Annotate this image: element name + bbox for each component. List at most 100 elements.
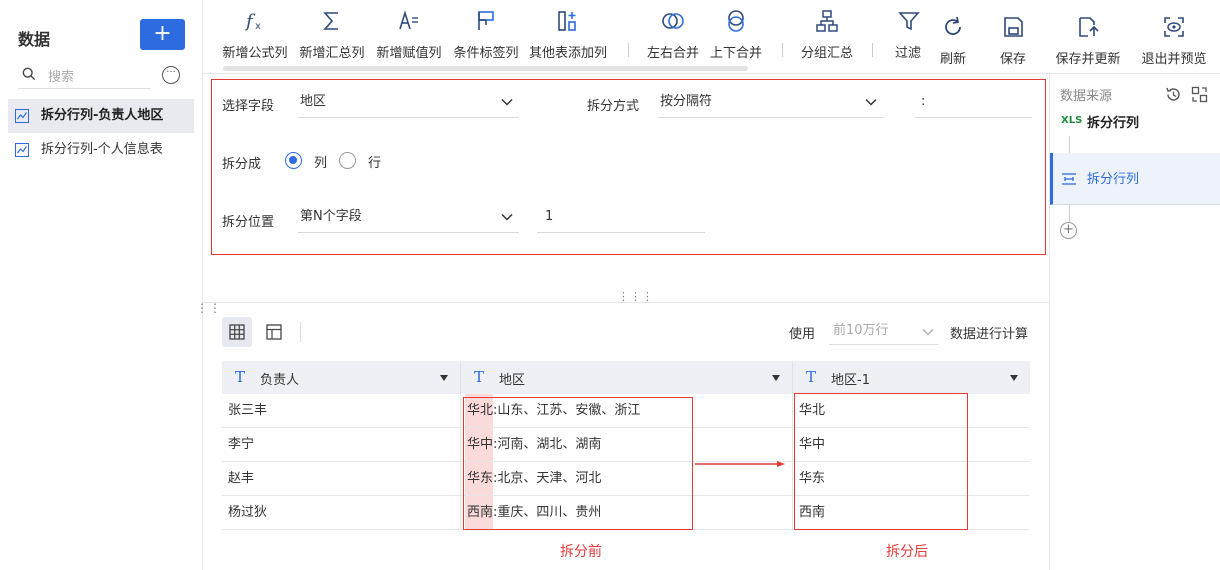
add-formula-column-button[interactable]: fx 新增公式列 [221, 0, 289, 66]
refresh-button[interactable]: 刷新 [931, 6, 975, 72]
position-select-value: 第N个字段 [300, 209, 362, 224]
merge-left-right-button[interactable]: 左右合并 [644, 0, 702, 66]
arrow-right-icon [695, 461, 785, 467]
grid-icon [229, 324, 245, 340]
source-node-label: 拆分行列 [1087, 116, 1140, 131]
toolbar-divider [628, 43, 629, 57]
column-header-label: 地区 [499, 373, 526, 388]
merge-lr-icon [662, 13, 684, 29]
caret-down-icon[interactable] [772, 375, 780, 381]
data-source-title: 数据来源 [1060, 89, 1113, 104]
save-update-icon [1079, 17, 1099, 37]
toolbar-label: 条件标签列 [453, 46, 519, 61]
excel-icon: XLS [1061, 115, 1083, 126]
position-select[interactable]: 第N个字段 [298, 206, 519, 233]
panel-resize-handle[interactable]: ⋮⋮⋮ [618, 291, 654, 302]
column-header-region-1[interactable]: T 地区-1 [793, 361, 1030, 394]
source-node[interactable]: XLS 拆分行列 [1050, 110, 1220, 136]
flow-connector [1069, 136, 1070, 154]
condition-label-column-button[interactable]: 条件标签列 [452, 0, 520, 66]
flow-connector [1069, 205, 1070, 222]
add-column-from-other-table-button[interactable]: 其他表添加列 [527, 0, 609, 66]
line-chart-icon [15, 143, 29, 157]
merge-top-bottom-button[interactable]: 上下合并 [707, 0, 765, 66]
cell-owner[interactable]: 赵丰 [222, 462, 461, 495]
data-source-panel: 数据来源 XLS 拆分行列 拆分行列 + [1049, 74, 1220, 570]
history-icon[interactable] [1165, 86, 1182, 103]
chevron-down-icon [501, 213, 513, 221]
toolbar-scrollbar[interactable] [223, 66, 748, 71]
method-select[interactable]: 按分隔符 [658, 91, 883, 118]
column-header-owner[interactable]: T 负责人 [222, 361, 461, 394]
column-header-region[interactable]: T 地区 [461, 361, 793, 394]
sidebar-item-label: 拆分行列-负责人地区 [41, 108, 164, 123]
group-summary-button[interactable]: 分组汇总 [797, 0, 857, 66]
cell-owner[interactable]: 张三丰 [222, 394, 461, 427]
text-type-icon: T [806, 368, 817, 386]
toolbar-divider [872, 43, 873, 57]
chevron-down-icon [501, 98, 513, 106]
toolbar-label: 过滤 [895, 46, 922, 61]
sidebar-title: 数据 [18, 30, 51, 49]
group-icon [816, 10, 838, 32]
radio-column-label: 列 [314, 156, 328, 171]
flag-icon [478, 11, 494, 30]
usage-suffix: 数据进行计算 [950, 327, 1029, 342]
caret-down-icon[interactable] [1010, 375, 1018, 381]
method-select-value: 按分隔符 [660, 94, 713, 109]
line-chart-icon [15, 109, 29, 123]
save-icon [1004, 17, 1023, 37]
save-and-update-button[interactable]: 保存并更新 [1051, 6, 1125, 72]
filter-button[interactable]: 过滤 [893, 0, 925, 66]
toolbar-divider [782, 43, 783, 57]
layout-view-button[interactable] [259, 317, 289, 347]
save-button[interactable]: 保存 [991, 6, 1035, 72]
filter-icon [898, 12, 920, 31]
n-value: 1 [545, 209, 554, 224]
add-summary-column-button[interactable]: 新增汇总列 [298, 0, 366, 66]
refresh-icon [945, 16, 961, 35]
search-icon [22, 67, 36, 81]
toolbar-label: 保存 [999, 52, 1026, 67]
search-input[interactable]: 搜索 [18, 61, 151, 89]
usage-prefix: 使用 [789, 327, 816, 342]
chevron-down-icon [865, 98, 877, 106]
layout-switch-icon[interactable] [1191, 86, 1208, 103]
radio-column[interactable] [285, 152, 302, 169]
n-value-input[interactable]: 1 [537, 206, 705, 233]
sidebar-resize-handle[interactable]: ⋮⋮ [196, 302, 222, 314]
field-select[interactable]: 地区 [298, 91, 519, 118]
sidebar-item-region[interactable]: 拆分行列-负责人地区 [8, 99, 194, 133]
sidebar-item-personal-info[interactable]: 拆分行列-个人信息表 [8, 133, 194, 167]
caption-after: 拆分后 [886, 544, 928, 560]
toolbar-label: 新增汇总列 [299, 46, 365, 61]
cell-owner[interactable]: 杨过狄 [222, 496, 461, 529]
toolbar-label: 其他表添加列 [528, 46, 607, 61]
text-type-icon: T [474, 368, 485, 386]
step-node-split[interactable]: 拆分行列 [1050, 153, 1220, 205]
toolbar-label: 退出并预览 [1141, 52, 1207, 67]
grid-view-button[interactable] [222, 317, 252, 347]
split-step-icon [1062, 173, 1076, 185]
caret-down-icon[interactable] [440, 375, 448, 381]
add-step-icon[interactable]: + [1060, 222, 1077, 239]
toolbar-label: 新增赋值列 [376, 46, 442, 61]
toolbar-label: 新增公式列 [222, 46, 288, 61]
sidebar-item-label: 拆分行列-个人信息表 [41, 142, 163, 157]
add-assign-column-button[interactable]: 新增赋值列 [375, 0, 443, 66]
split-into-label: 拆分成 [222, 157, 262, 172]
formula-icon: fx [244, 11, 261, 32]
more-options-icon[interactable]: ··· [162, 66, 180, 84]
cell-owner[interactable]: 李宁 [222, 428, 461, 461]
separator-input[interactable]: : [915, 91, 1032, 118]
radio-row[interactable] [339, 152, 356, 169]
text-type-icon: T [235, 368, 246, 386]
exit-and-preview-button[interactable]: 退出并预览 [1137, 6, 1211, 72]
split-settings-panel: 选择字段 地区 拆分方式 按分隔符 : 拆分成 列 行 拆分位置 第N个字段 1 [211, 79, 1046, 255]
row-limit-select[interactable]: 前10万行 [829, 319, 938, 345]
layout-icon [266, 324, 282, 340]
sidebar: 数据 + 搜索 ··· 拆分行列-负责人地区 拆分行列-个人信息表 [0, 0, 203, 570]
add-data-button[interactable]: + [140, 19, 185, 50]
app-root: 数据 + 搜索 ··· 拆分行列-负责人地区 拆分行列-个人信息表 ⋮⋮ f x… [0, 0, 1220, 570]
caption-before: 拆分前 [560, 544, 602, 560]
